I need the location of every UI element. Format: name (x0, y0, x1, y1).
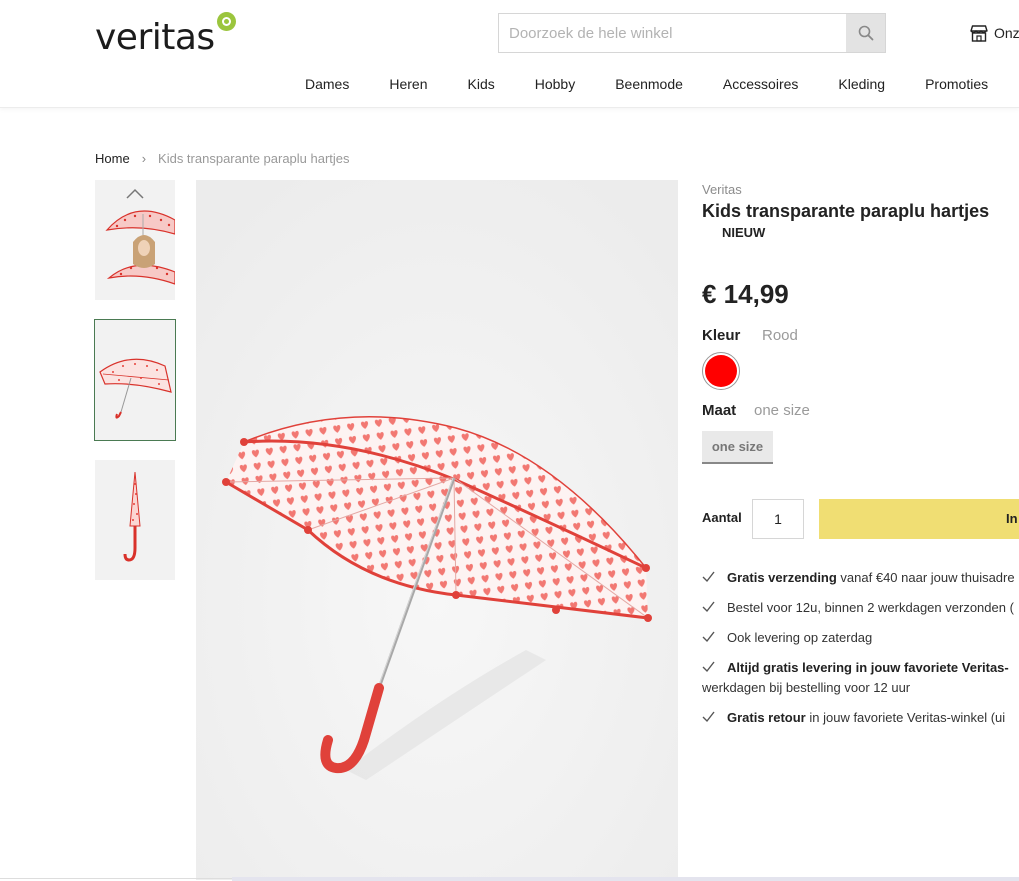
search-input[interactable] (499, 14, 847, 52)
nav-item-promoties[interactable]: Promoties (925, 76, 988, 92)
nav-item-accessoires[interactable]: Accessoires (723, 76, 798, 92)
search-icon (858, 25, 873, 41)
product-brand[interactable]: Veritas (702, 182, 742, 197)
store-icon (970, 25, 988, 42)
nav-item-kleding[interactable]: Kleding (838, 76, 885, 92)
product-price: € 14,99 (702, 279, 789, 309)
logo-dot-icon (217, 12, 236, 31)
nav-item-hobby[interactable]: Hobby (535, 76, 575, 92)
chevron-up-icon[interactable] (125, 188, 145, 200)
add-to-cart-button[interactable]: In (819, 499, 1019, 539)
quantity-input[interactable] (752, 499, 804, 539)
search-bar (498, 13, 886, 53)
search-button[interactable] (846, 14, 885, 52)
usp-text: vanaf €40 naar jouw thuisadre (836, 570, 1015, 585)
store-link-label: Onze (994, 25, 1019, 41)
usp-item: Gratis verzending vanaf €40 naar jouw th… (702, 568, 1019, 588)
product-main-image[interactable] (196, 180, 678, 880)
nav-item-kids[interactable]: Kids (468, 76, 495, 92)
usp-item: Bestel voor 12u, binnen 2 werkdagen verz… (702, 598, 1019, 618)
logo-text: veritas (95, 17, 215, 58)
color-label: Kleur (702, 327, 741, 344)
color-value: Rood (762, 327, 798, 344)
umbrella-image (196, 180, 678, 880)
nav-item-beenmode[interactable]: Beenmode (615, 76, 683, 92)
usp-text-line2: werkdagen bij bestelling voor 12 uur (702, 680, 911, 695)
store-link[interactable]: Onze (969, 22, 1019, 44)
main-nav: Dames Heren Kids Hobby Beenmode Accessoi… (305, 76, 1019, 92)
usp-item: Ook levering op zaterdag (702, 628, 1019, 648)
thumbnail-umbrella-open[interactable] (94, 319, 176, 441)
usp-text: Bestel voor 12u, binnen 2 werkdagen verz… (727, 600, 1014, 615)
usp-text: in jouw favoriete Veritas-winkel (ui (805, 710, 1006, 725)
usp-text: Ook levering op zaterdag (727, 630, 873, 645)
check-icon (702, 711, 715, 723)
color-swatch-red[interactable] (702, 352, 740, 390)
quantity-label: Aantal (702, 510, 742, 525)
size-value: one size (754, 402, 810, 419)
new-badge: NIEUW (722, 225, 766, 240)
usp-item: Gratis retour in jouw favoriete Veritas-… (702, 708, 1019, 728)
thumbnail-umbrella-closed[interactable] (95, 460, 175, 580)
horizontal-scrollbar[interactable] (232, 877, 1019, 881)
check-icon (702, 661, 715, 673)
check-icon (702, 601, 715, 613)
usp-bold: Gratis verzending (727, 570, 837, 585)
usp-bold: Altijd gratis levering in jouw favoriete… (727, 660, 1009, 675)
nav-item-heren[interactable]: Heren (389, 76, 427, 92)
thumbnail-closed-image (95, 460, 175, 580)
size-label: Maat (702, 402, 737, 419)
check-icon (702, 631, 715, 643)
usp-item: Altijd gratis levering in jouw favoriete… (702, 658, 1019, 698)
size-option-button[interactable]: one size (702, 431, 773, 464)
usp-bold: Gratis retour (727, 710, 806, 725)
site-header: veritas Onze Dames Heren Kids Hobby Been… (0, 0, 1019, 108)
nav-item-dames[interactable]: Dames (305, 76, 349, 92)
thumbnail-open-image (95, 320, 175, 440)
breadcrumb: Home › Kids transparante paraplu hartjes (95, 151, 350, 166)
product-title: Kids transparante paraplu hartjes (702, 201, 990, 221)
check-icon (702, 571, 715, 583)
breadcrumb-current: Kids transparante paraplu hartjes (158, 151, 350, 166)
breadcrumb-separator: › (141, 151, 147, 166)
breadcrumb-home[interactable]: Home (95, 151, 130, 166)
